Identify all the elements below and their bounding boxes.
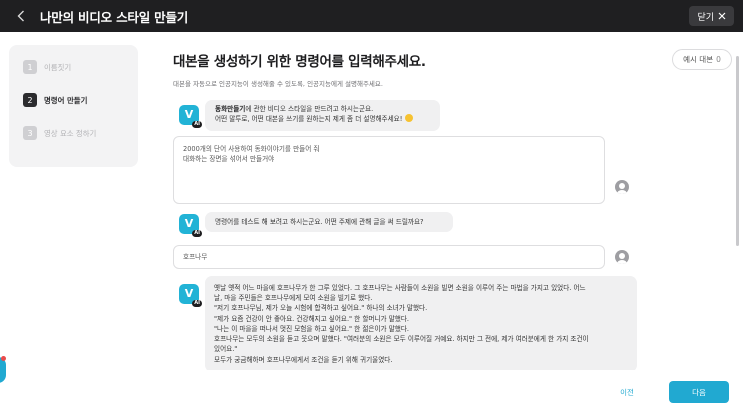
story-line: "제가 요즘 건강이 안 좋아요. 건강해지고 싶어요." 한 할머니가 말했다… <box>214 314 410 323</box>
highlight-text: 동화만들기 <box>215 105 246 113</box>
story-message-container: 옛날 옛적 어느 마을에 호프나무가 한 그루 있었다. 그 호프나무는 사람들… <box>205 276 637 370</box>
story-line: "저기 호프나무님, 제가 오늘 시험에 합격하고 싶어요." 하나의 소녀가 … <box>214 304 428 313</box>
step-number: 1 <box>23 60 37 74</box>
chevron-left-icon <box>17 10 24 22</box>
story-line: 호프나무는 모두의 소원을 듣고 웃으며 말했다. "여러분의 소원은 모두 이… <box>214 335 589 344</box>
floating-help-button[interactable] <box>0 356 6 383</box>
ai-message-line: 동화만들기에 관한 비디오 스타일을 만드려고 하시는군요. <box>215 104 430 114</box>
avatar-letter: V <box>184 216 194 230</box>
prompt-line: 대화하는 장면을 섞어서 만들거야 <box>183 155 275 164</box>
prompt-line: 2000개의 단어 사용하여 동화이야기를 만들어 줘 <box>183 145 320 153</box>
ai-badge: AI <box>192 121 202 128</box>
close-icon <box>718 12 726 20</box>
step-number: 2 <box>23 93 37 107</box>
page-subtitle: 대본을 자동으로 인공지능이 생성해줄 수 있도록, 인공지능에게 설명해주세요… <box>173 80 383 88</box>
ai-message-line: 어떤 말투로, 어떤 대본을 쓰기를 원하는지 제게 좀 더 설명해주세요! <box>215 114 430 124</box>
ai-badge: AI <box>192 300 202 307</box>
notification-dot <box>1 356 6 361</box>
page-title: 대본을 생성하기 위한 명령어를 입력해주세요. <box>173 54 426 70</box>
avatar-letter: V <box>184 107 194 121</box>
step-number: 3 <box>23 126 37 140</box>
ai-avatar: V AI <box>179 214 202 237</box>
message-text: 어떤 말투로, 어떤 대본을 쓰기를 원하는지 제게 좀 더 설명해주세요! <box>215 115 405 124</box>
prev-button[interactable]: 이전 <box>598 381 656 403</box>
step-label: 명령어 만들기 <box>44 95 88 105</box>
ai-story-bubble: 옛날 옛적 어느 마을에 호프나무가 한 그루 있었다. 그 호프나무는 사람들… <box>205 276 637 370</box>
ai-avatar: V AI <box>179 105 202 128</box>
close-label: 닫기 <box>697 12 714 23</box>
story-line: 옛날 옛적 어느 마을에 호프나무가 한 그루 있었다. 그 호프나무는 사람들… <box>214 284 586 292</box>
story-line: 날, 마을 주민들은 호프나무에게 모여 소원을 빌기로 했다. <box>214 294 373 303</box>
ai-message-bubble: 명령어를 테스트 해 보려고 하시는군요. 어떤 주제에 관해 글을 써 드릴까… <box>205 212 453 232</box>
example-script-label: 예시 대본 <box>683 55 714 64</box>
ai-message-bubble: 동화만들기에 관한 비디오 스타일을 만드려고 하시는군요. 어떤 말투로, 어… <box>205 100 440 131</box>
next-button[interactable]: 다음 <box>669 381 729 403</box>
ai-badge: AI <box>192 230 202 237</box>
step-label: 이름짓기 <box>44 62 72 72</box>
user-avatar <box>615 180 629 194</box>
example-script-count: 0 <box>716 55 721 64</box>
message-text: 명령어를 테스트 해 보려고 하시는군요. 어떤 주제에 관해 글을 써 드릴까… <box>215 218 424 226</box>
step-label: 영상 요소 정하기 <box>44 128 97 138</box>
ai-avatar: V AI <box>179 284 202 307</box>
step-item-naming[interactable]: 1 이름짓기 <box>23 57 124 77</box>
story-line: 모두가 궁금해하며 호프나무에게서 조건을 듣기 위해 귀기울였다. <box>214 355 393 364</box>
story-line: "나는 이 마을을 떠나서 멋진 모험을 하고 싶어요." 한 젊은이가 말했다… <box>214 324 410 333</box>
prompt-input[interactable]: 2000개의 단어 사용하여 동화이야기를 만들어 줘 대화하는 장면을 섞어서… <box>173 136 605 204</box>
step-item-prompt[interactable]: 2 명령어 만들기 <box>23 90 124 110</box>
back-button[interactable] <box>8 0 34 32</box>
step-item-video-elements[interactable]: 3 영상 요소 정하기 <box>23 123 124 143</box>
message-text: 에 관한 비디오 스타일을 만드려고 하시는군요. <box>245 105 374 113</box>
user-avatar <box>615 250 629 264</box>
scrollbar-thumb[interactable] <box>736 56 739 246</box>
topic-input[interactable]: 호프나무 <box>173 245 605 269</box>
story-line: 있어요." <box>214 345 238 354</box>
close-button[interactable]: 닫기 <box>689 6 734 26</box>
example-script-button[interactable]: 예시 대본 0 <box>672 49 732 70</box>
avatar-letter: V <box>184 286 194 300</box>
step-sidebar: 1 이름짓기 2 명령어 만들기 3 영상 요소 정하기 <box>9 45 138 167</box>
page-header-title: 나만의 비디오 스타일 만들기 <box>40 9 189 25</box>
smile-emoji-icon <box>404 114 413 123</box>
topic-text: 호프나무 <box>183 253 208 261</box>
